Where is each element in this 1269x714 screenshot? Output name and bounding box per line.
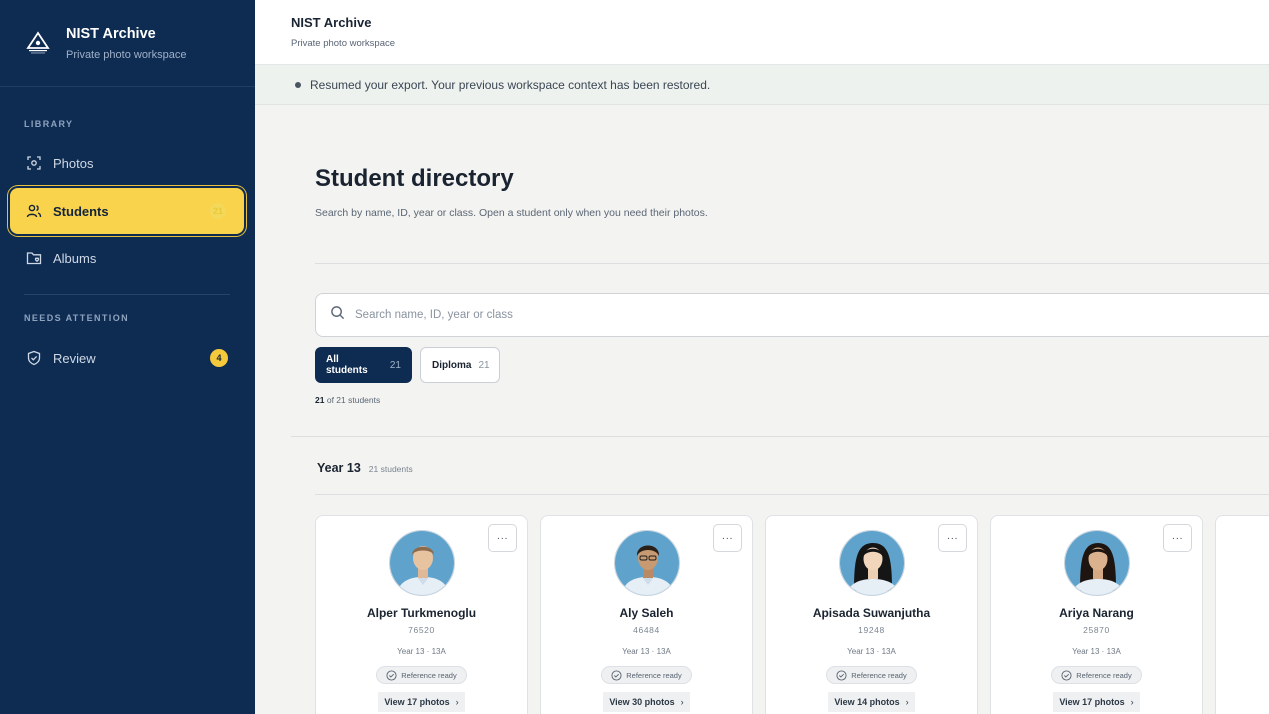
status-text: Reference ready <box>401 670 457 680</box>
users-icon <box>25 202 43 220</box>
sidebar-item-label: Students <box>53 203 109 219</box>
status-notice: Resumed your export. Your previous works… <box>255 65 1269 105</box>
filter-count: 21 <box>478 359 490 371</box>
student-card[interactable]: ··· Aly Saleh 46484 Year 13 · 13A Refere… <box>540 515 753 714</box>
page-description: Search by name, ID, year or class. Open … <box>315 207 708 219</box>
brand-title: NIST Archive <box>66 25 156 42</box>
nist-logo-icon <box>24 29 52 57</box>
avatar <box>614 530 680 596</box>
photo-scan-icon <box>25 154 43 172</box>
notice-dot-icon <box>295 81 301 88</box>
view-photos-link[interactable]: View 14 photos › <box>766 692 977 712</box>
shield-check-icon <box>25 349 43 367</box>
student-name: Apisada Suwanjutha <box>812 606 931 620</box>
student-card[interactable]: ··· Apisada Suwanjutha 19248 Year 13 · 1… <box>765 515 978 714</box>
search-input[interactable] <box>355 309 1155 321</box>
view-photos-link[interactable]: View 17 photos › <box>316 692 527 712</box>
student-year-class: Year 13 · 13A <box>1072 647 1121 656</box>
brand-subtitle: Private photo workspace <box>66 48 187 61</box>
group-header: Year 13 21 students <box>317 461 413 475</box>
more-options-button[interactable]: ··· <box>938 524 967 552</box>
sidebar-item-label: Review <box>53 350 96 366</box>
status-badge: Reference ready <box>1051 666 1142 684</box>
view-photos-label: View 14 photos <box>834 697 900 707</box>
student-card[interactable] <box>1215 515 1269 714</box>
page-title: Student directory <box>315 165 514 192</box>
student-name: Aly Saleh <box>619 606 674 620</box>
status-badge: Reference ready <box>376 666 467 684</box>
student-id: 25870 <box>1083 625 1110 635</box>
filter-label: All students <box>326 354 368 376</box>
search-icon <box>330 305 345 325</box>
result-rest: of 21 students <box>326 395 381 405</box>
group-title: Year 13 <box>317 461 361 475</box>
divider <box>291 436 1269 437</box>
sidebar-item-students[interactable]: Students 21 <box>10 188 244 234</box>
group-count: 21 students <box>368 464 413 474</box>
more-options-button[interactable]: ··· <box>713 524 742 552</box>
student-name: Ariya Narang <box>1059 606 1134 620</box>
student-year-class: Year 13 · 13A <box>397 647 446 656</box>
search-box[interactable] <box>315 293 1269 337</box>
review-count-badge: 4 <box>210 349 228 367</box>
chevron-right-icon: › <box>905 697 909 707</box>
status-badge: Reference ready <box>826 666 917 684</box>
filter-diploma[interactable]: Diploma 21 <box>420 347 500 383</box>
divider <box>315 263 1269 264</box>
student-id: 46484 <box>633 625 660 635</box>
students-count-badge: 21 <box>210 203 226 219</box>
library-section-label: LIBRARY <box>24 119 74 129</box>
student-id: 76520 <box>408 625 435 635</box>
chevron-right-icon: › <box>455 697 459 707</box>
student-card[interactable]: ··· Ariya Narang 25870 Year 13 · 13A Ref… <box>990 515 1203 714</box>
chevron-right-icon: › <box>680 697 684 707</box>
sidebar-item-review[interactable]: Review 4 <box>10 335 244 381</box>
chevron-right-icon: › <box>1130 697 1134 707</box>
more-options-button[interactable]: ··· <box>1163 524 1192 552</box>
filter-label: Diploma <box>432 359 472 371</box>
attention-section-label: NEEDS ATTENTION <box>24 313 130 323</box>
view-photos-link[interactable]: View 17 photos › <box>991 692 1202 712</box>
topbar-title: NIST Archive <box>291 15 372 30</box>
avatar <box>1064 530 1130 596</box>
student-card[interactable]: ··· Alper Turkmenoglu 76520 Year 13 · 13… <box>315 515 528 714</box>
status-text: Reference ready <box>851 670 907 680</box>
view-photos-label: View 30 photos <box>609 697 675 707</box>
filter-count: 21 <box>389 359 401 371</box>
sidebar: NIST Archive Private photo workspace LIB… <box>0 0 255 714</box>
sidebar-divider <box>24 294 230 295</box>
student-year-class: Year 13 · 13A <box>847 647 896 656</box>
result-shown: 21 <box>315 395 325 405</box>
topbar: NIST Archive Private photo workspace <box>255 0 1269 65</box>
view-photos-label: View 17 photos <box>384 697 450 707</box>
result-count: 21 of 21 students <box>315 395 380 405</box>
student-id: 19248 <box>858 625 885 635</box>
check-circle-icon <box>1061 669 1072 681</box>
check-circle-icon <box>386 669 397 681</box>
avatar <box>389 530 455 596</box>
filter-all-students[interactable]: All students 21 <box>315 347 412 383</box>
view-photos-link[interactable]: View 30 photos › <box>541 692 752 712</box>
more-options-button[interactable]: ··· <box>488 524 517 552</box>
brand[interactable]: NIST Archive Private photo workspace <box>0 0 255 87</box>
student-name: Alper Turkmenoglu <box>366 606 477 620</box>
notice-text: Resumed your export. Your previous works… <box>310 77 711 92</box>
check-circle-icon <box>836 669 847 681</box>
check-circle-icon <box>611 669 622 681</box>
main-content: Student directory Search by name, ID, ye… <box>255 105 1269 714</box>
avatar <box>839 530 905 596</box>
sidebar-item-albums[interactable]: Albums <box>10 235 244 281</box>
divider <box>315 494 1269 495</box>
status-text: Reference ready <box>1076 670 1132 680</box>
sidebar-item-photos[interactable]: Photos <box>10 140 244 186</box>
status-text: Reference ready <box>626 670 682 680</box>
sidebar-item-label: Photos <box>53 155 94 171</box>
topbar-subtitle: Private photo workspace <box>291 38 396 49</box>
view-photos-label: View 17 photos <box>1059 697 1125 707</box>
folder-heart-icon <box>25 249 43 267</box>
status-badge: Reference ready <box>601 666 692 684</box>
sidebar-item-label: Albums <box>53 250 97 266</box>
student-year-class: Year 13 · 13A <box>622 647 671 656</box>
